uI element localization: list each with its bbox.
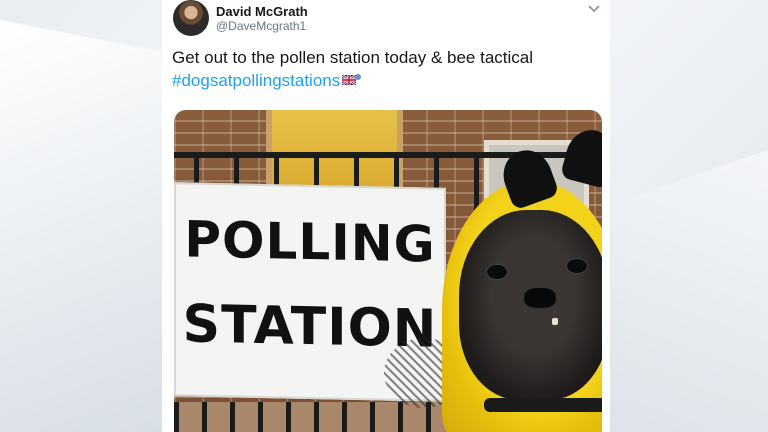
- sign-text-line-1: POLLING: [184, 210, 436, 274]
- tweet-photo[interactable]: POLLING STATION: [174, 110, 602, 432]
- author-handle[interactable]: @DaveMcgrath1: [216, 19, 306, 33]
- author-name[interactable]: David McGrath: [216, 4, 308, 19]
- background-left-shape: [0, 20, 170, 432]
- avatar[interactable]: [173, 0, 209, 36]
- chevron-down-icon[interactable]: [586, 2, 602, 16]
- tweet-card[interactable]: David McGrath @DaveMcgrath1 Get out to t…: [162, 0, 610, 432]
- dog-eye: [566, 258, 588, 274]
- dog-collar: [484, 398, 602, 412]
- union-jack-bee-emoji-icon: [341, 71, 362, 87]
- dog-eye: [486, 264, 508, 280]
- tweet-text-block: Get out to the pollen station today & be…: [172, 46, 592, 92]
- background-right-shape: [604, 150, 768, 432]
- tweet-text: Get out to the pollen station today & be…: [172, 48, 534, 67]
- dog-nose: [524, 288, 556, 308]
- dog-tooth: [552, 318, 558, 325]
- hashtag-link[interactable]: #dogsatpollingstations: [172, 71, 340, 90]
